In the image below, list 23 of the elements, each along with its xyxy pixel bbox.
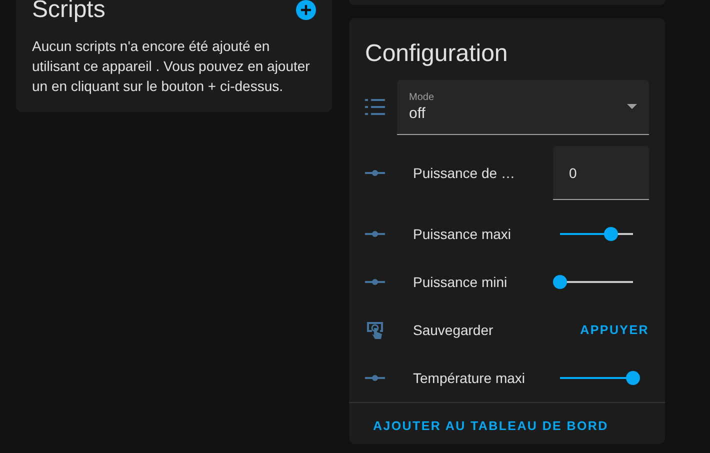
- row-label: Puissance mini: [412, 274, 508, 290]
- row-label: Température maxi: [412, 370, 526, 386]
- slider-icon: [365, 375, 385, 381]
- slider-thumb[interactable]: [604, 227, 618, 241]
- row-label: Puissance de …: [412, 165, 516, 181]
- dropdown-arrow-icon: [627, 104, 637, 109]
- list-icon: [365, 99, 385, 115]
- slider-icon: [365, 231, 385, 237]
- add-to-dashboard-button[interactable]: AJOUTER AU TABLEAU DE BORD: [365, 415, 616, 437]
- touch-icon: [365, 320, 385, 340]
- card-title: Configuration: [364, 39, 509, 69]
- mode-select[interactable]: Mode off: [397, 80, 649, 134]
- add-button[interactable]: [296, 0, 316, 20]
- row-label: Puissance maxi: [412, 226, 512, 242]
- slider-icon: [365, 279, 385, 285]
- slider-thumb[interactable]: [626, 371, 640, 385]
- number-field[interactable]: 0: [553, 146, 649, 200]
- empty-message: Aucun scripts n'a encore été ajouté en utilisant ce appareil . Vous pouvez en ajouter un en cliquant sur le bouton + ci-dessus.: [32, 37, 311, 96]
- plus-icon: [301, 5, 311, 15]
- slider-thumb[interactable]: [553, 275, 567, 289]
- row-label: Sauvegarder: [412, 322, 494, 338]
- slider-icon: [365, 170, 385, 176]
- press-button[interactable]: APPUYER: [580, 317, 649, 343]
